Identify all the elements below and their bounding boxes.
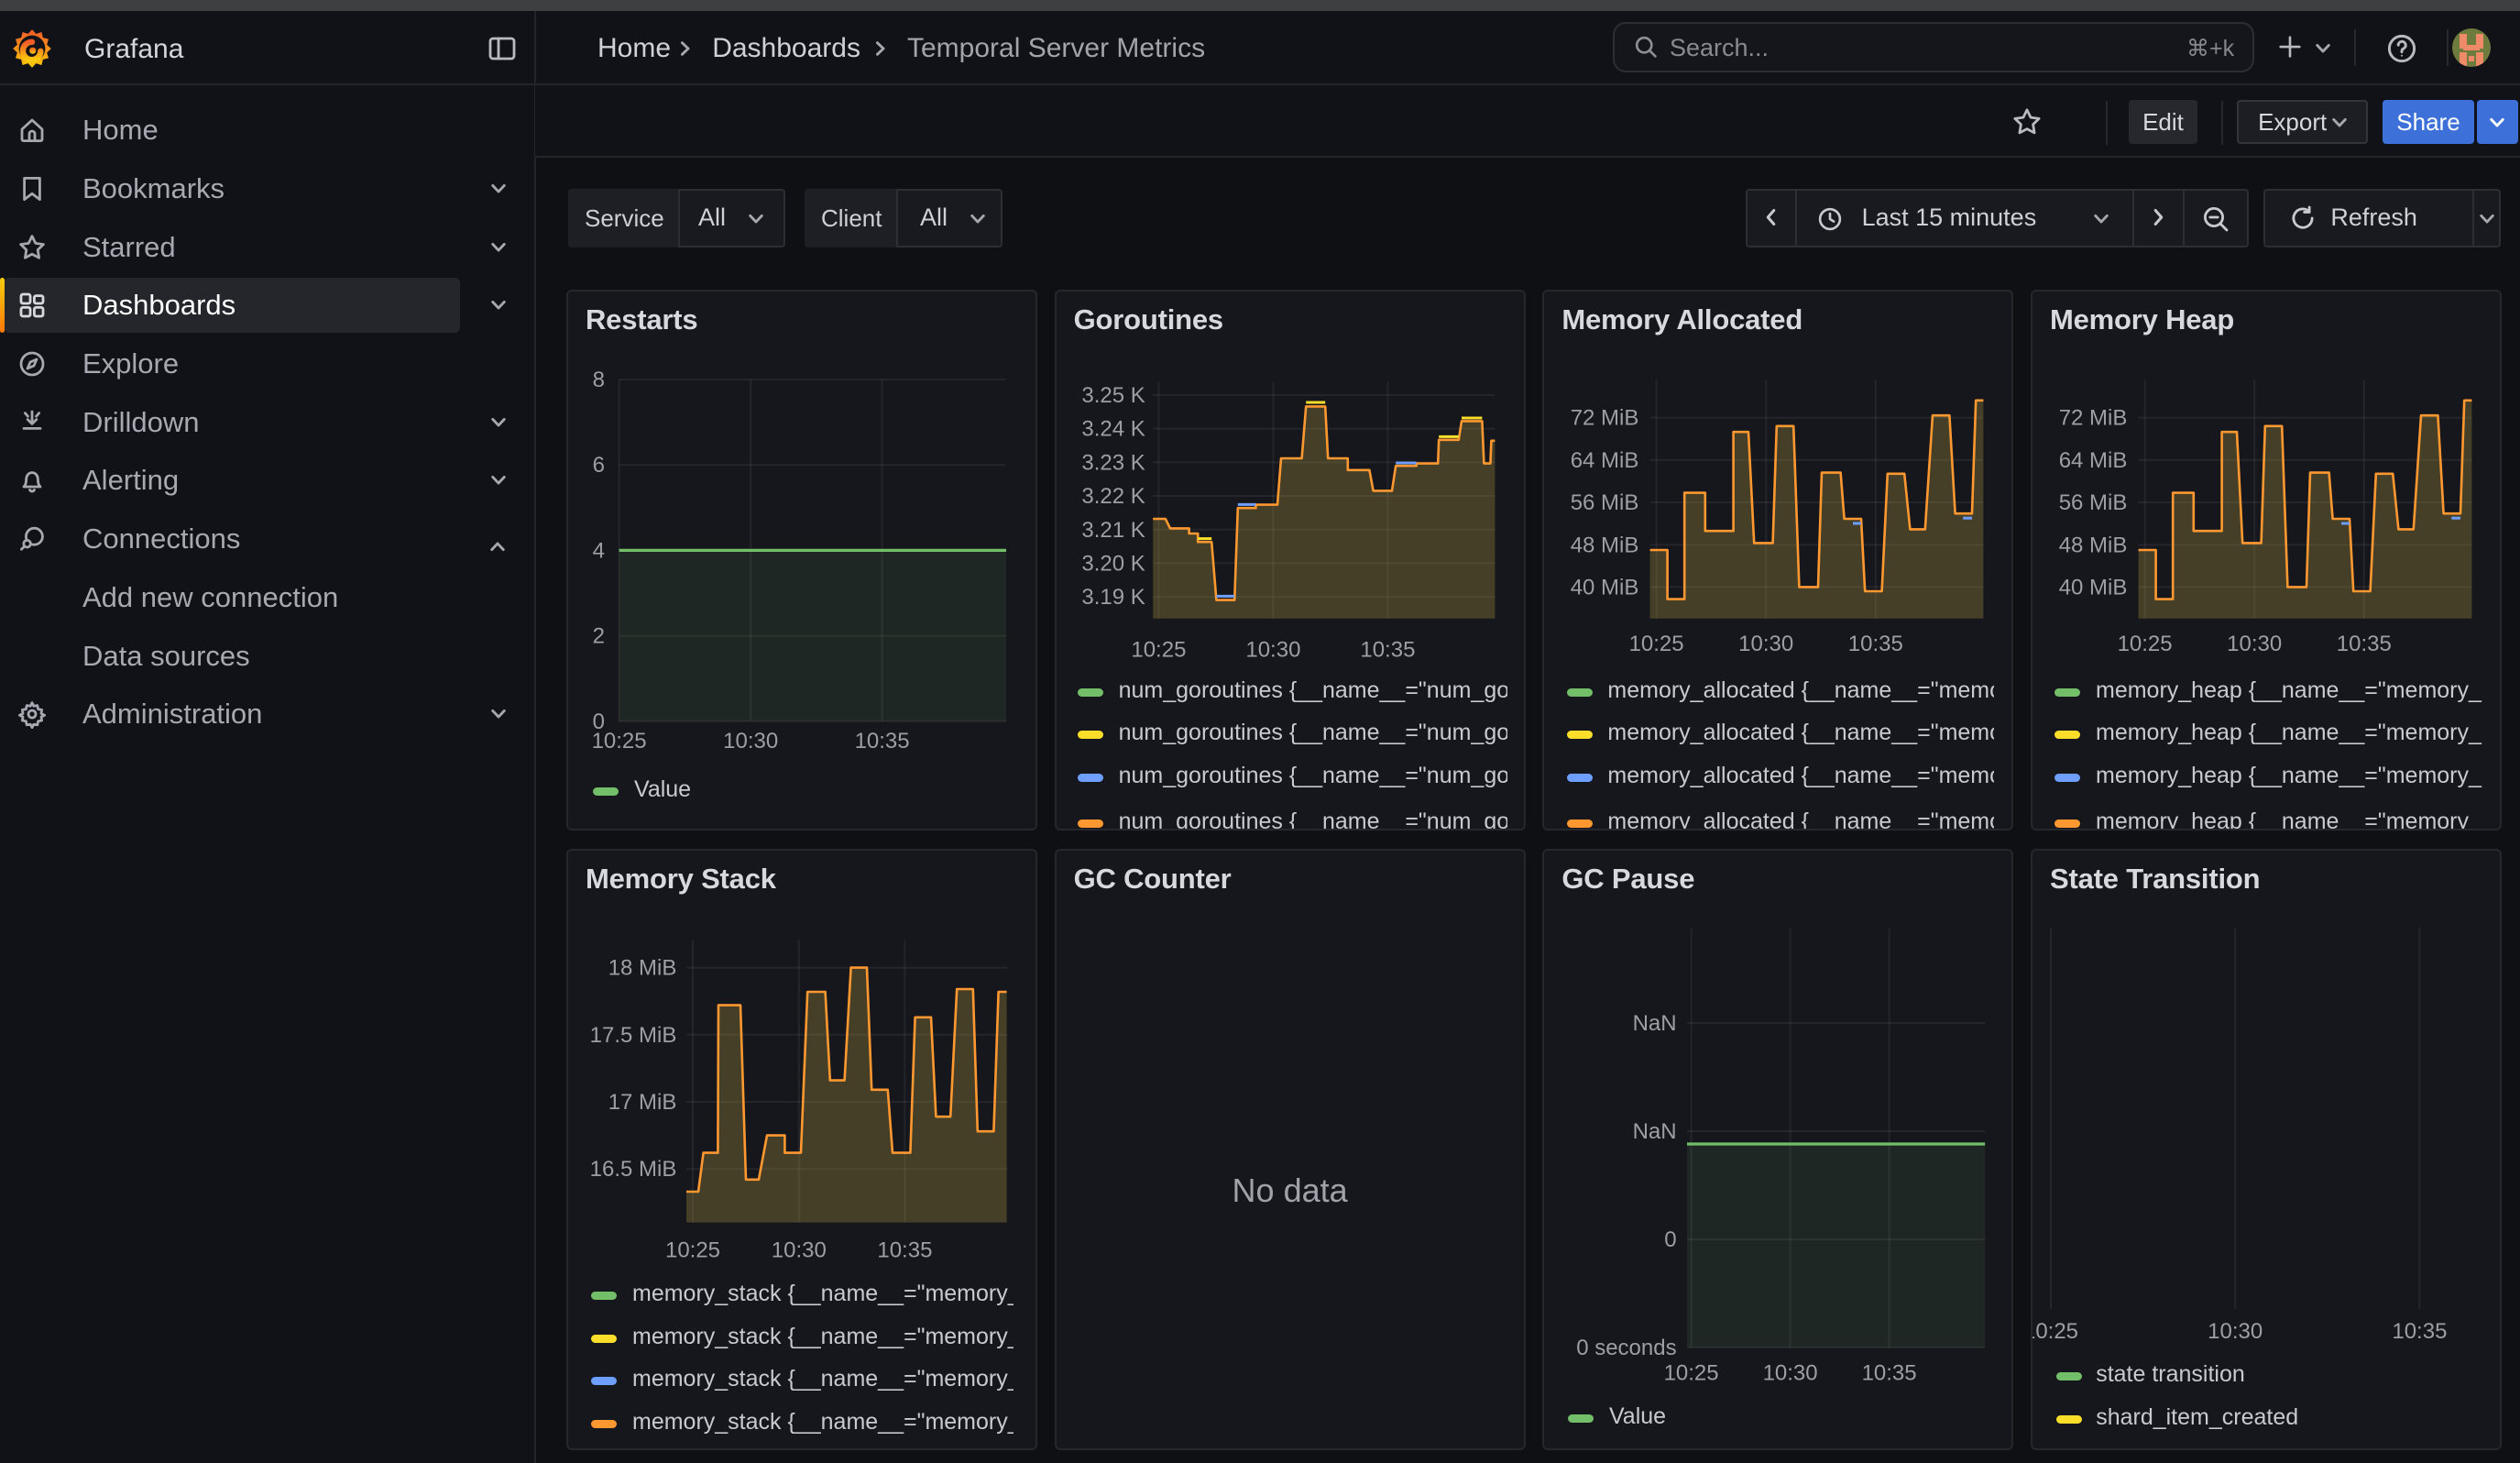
svg-text:NaN: NaN: [1633, 1011, 1677, 1036]
svg-text:10:35: 10:35: [1862, 1361, 1917, 1386]
svg-text:NaN: NaN: [1633, 1119, 1677, 1144]
svg-text:10:35: 10:35: [2337, 632, 2392, 656]
svg-text:16.5 MiB: 16.5 MiB: [590, 1157, 677, 1182]
svg-text:10:30: 10:30: [2227, 632, 2282, 656]
svg-text:72 MiB: 72 MiB: [1571, 406, 1639, 431]
svg-text:4: 4: [593, 538, 605, 563]
svg-text:17 MiB: 17 MiB: [608, 1090, 677, 1115]
svg-text:72 MiB: 72 MiB: [2059, 406, 2128, 431]
svg-text:3.20 K: 3.20 K: [1081, 551, 1145, 576]
svg-text:10:25: 10:25: [1664, 1361, 1719, 1386]
svg-text:8: 8: [593, 368, 605, 392]
svg-text:10:30: 10:30: [2208, 1319, 2263, 1344]
svg-text:40 MiB: 40 MiB: [2059, 575, 2128, 600]
svg-text:3.21 K: 3.21 K: [1081, 518, 1145, 543]
svg-text:56 MiB: 56 MiB: [1571, 490, 1639, 515]
svg-text:3.25 K: 3.25 K: [1081, 383, 1145, 408]
svg-text:64 MiB: 64 MiB: [1571, 448, 1639, 473]
svg-text:48 MiB: 48 MiB: [2059, 533, 2128, 557]
svg-text:10:25: 10:25: [2118, 632, 2173, 656]
svg-text:10:25: 10:25: [2032, 1319, 2078, 1344]
svg-text:3.24 K: 3.24 K: [1081, 417, 1145, 442]
svg-text:0 seconds: 0 seconds: [1577, 1336, 1677, 1360]
svg-text:10:35: 10:35: [1848, 632, 1903, 656]
svg-text:10:30: 10:30: [723, 729, 778, 754]
svg-text:48 MiB: 48 MiB: [1571, 533, 1639, 557]
svg-text:10:35: 10:35: [2392, 1319, 2447, 1344]
svg-text:10:30: 10:30: [1245, 638, 1300, 663]
svg-text:40 MiB: 40 MiB: [1571, 575, 1639, 600]
svg-text:17.5 MiB: 17.5 MiB: [590, 1023, 677, 1048]
svg-text:2: 2: [593, 624, 605, 649]
svg-text:10:25: 10:25: [592, 729, 647, 754]
svg-text:64 MiB: 64 MiB: [2059, 448, 2128, 473]
svg-text:3.19 K: 3.19 K: [1081, 585, 1145, 610]
svg-text:0: 0: [1665, 1227, 1677, 1252]
svg-text:10:25: 10:25: [665, 1238, 720, 1263]
svg-text:10:35: 10:35: [1360, 638, 1415, 663]
svg-text:6: 6: [593, 453, 605, 478]
svg-text:10:35: 10:35: [877, 1238, 932, 1263]
svg-text:18 MiB: 18 MiB: [608, 956, 677, 981]
svg-text:10:35: 10:35: [855, 729, 910, 754]
svg-text:10:30: 10:30: [1739, 632, 1794, 656]
svg-text:10:30: 10:30: [772, 1238, 827, 1263]
svg-text:3.22 K: 3.22 K: [1081, 484, 1145, 509]
svg-text:56 MiB: 56 MiB: [2059, 490, 2128, 515]
svg-text:10:25: 10:25: [1629, 632, 1684, 656]
svg-text:3.23 K: 3.23 K: [1081, 450, 1145, 475]
svg-text:10:30: 10:30: [1763, 1361, 1818, 1386]
svg-text:10:25: 10:25: [1131, 638, 1186, 663]
